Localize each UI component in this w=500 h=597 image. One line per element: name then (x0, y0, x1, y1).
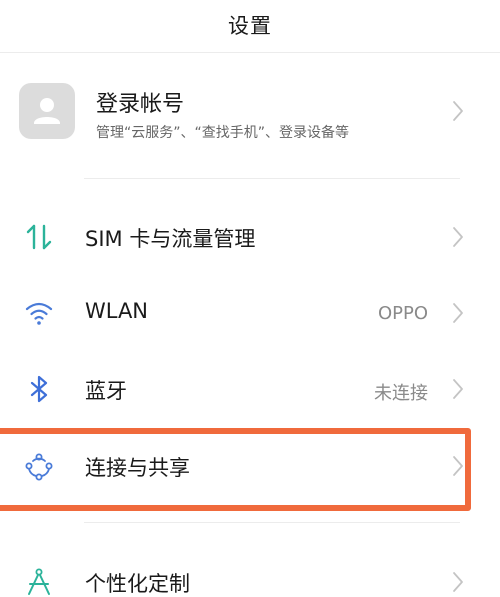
setting-value-wlan: OPPO (377, 303, 428, 324)
account-subtitle: 管理“云服务”、“查找手机”、登录设备等 (96, 125, 350, 141)
setting-label-wlan: WLAN (85, 299, 149, 323)
setting-label-bluetooth: 蓝牙 (85, 379, 127, 403)
sim-data-icon (26, 224, 52, 250)
setting-row-personalize[interactable]: 个性化定制 (0, 552, 500, 597)
wifi-icon (25, 302, 53, 325)
account-login-row[interactable]: 登录帐号 管理“云服务”、“查找手机”、登录设备等 (0, 76, 500, 156)
setting-row-connection[interactable]: 连接与共享 (0, 436, 500, 496)
header: 设置 (0, 0, 500, 50)
chevron-right-icon (453, 572, 463, 592)
connection-share-icon (25, 453, 53, 481)
account-name: 登录帐号 (96, 92, 185, 117)
chevron-right-icon (453, 303, 463, 323)
setting-row-sim[interactable]: SIM 卡与流量管理 (0, 207, 500, 267)
page-title: 设置 (228, 14, 272, 38)
chevron-right-icon (453, 227, 463, 247)
setting-value-bluetooth: 未连接 (374, 383, 428, 404)
section-divider (84, 178, 460, 179)
header-divider (0, 52, 500, 53)
person-icon (34, 98, 60, 124)
bluetooth-icon (30, 375, 48, 403)
setting-row-wlan[interactable]: WLAN OPPO (0, 283, 500, 343)
settings-screen: 设置 登录帐号 管理“云服务”、“查找手机”、登录设备等 SIM 卡与流量管理 (0, 0, 500, 597)
setting-label-connection: 连接与共享 (85, 456, 190, 480)
chevron-right-icon (453, 379, 463, 399)
personalize-icon (28, 568, 50, 595)
avatar (19, 83, 75, 139)
section-divider (84, 522, 460, 523)
setting-row-bluetooth[interactable]: 蓝牙 未连接 (0, 359, 500, 419)
chevron-right-icon (453, 101, 463, 121)
chevron-right-icon (453, 456, 463, 476)
setting-label-sim: SIM 卡与流量管理 (85, 227, 256, 251)
setting-label-personalize: 个性化定制 (85, 572, 190, 596)
